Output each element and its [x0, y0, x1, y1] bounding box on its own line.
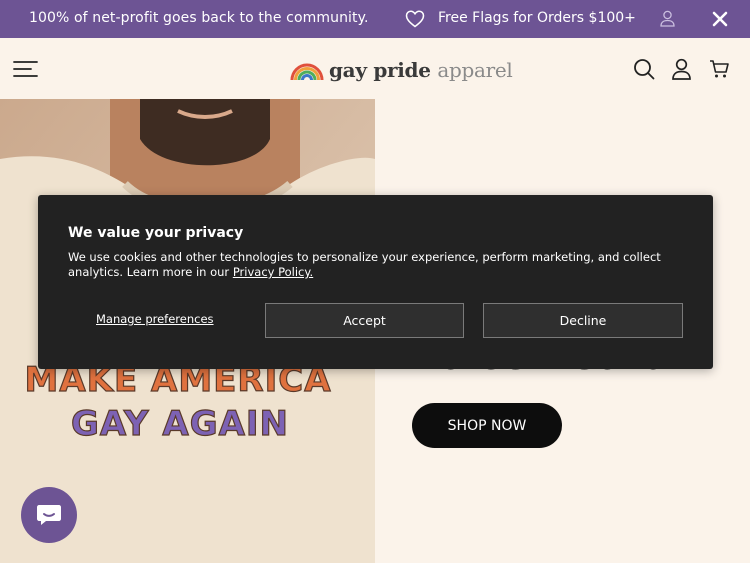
site-header: gay pride apparel [0, 38, 750, 99]
chat-icon [37, 505, 61, 525]
shirt-print-line2: GAY AGAIN [71, 404, 289, 444]
announcement-bar: 100% of net-profit goes back to the comm… [0, 0, 750, 38]
cookie-title: We value your privacy [68, 225, 244, 241]
cookie-banner: We value your privacy We use cookies and… [38, 195, 713, 369]
heart-icon [405, 10, 425, 28]
chat-button[interactable] [21, 487, 77, 543]
logo-text: gay pride apparel [329, 58, 513, 82]
rainbow-logo-icon [290, 63, 324, 81]
announcement-message: 100% of net-profit goes back to the comm… [29, 10, 369, 26]
privacy-policy-link[interactable]: Privacy Policy. [233, 265, 313, 279]
logo[interactable]: gay pride apparel [289, 52, 513, 86]
cookie-description: We use cookies and other technologies to… [68, 250, 661, 279]
user-icon[interactable] [671, 58, 692, 80]
free-flags-message[interactable]: Free Flags for Orders $100+ [438, 10, 636, 26]
accept-button[interactable]: Accept [265, 303, 464, 338]
search-icon[interactable] [633, 58, 655, 80]
decline-button[interactable]: Decline [483, 303, 683, 338]
cart-icon[interactable] [709, 59, 729, 79]
shop-now-button[interactable]: SHOP NOW [412, 403, 562, 448]
hamburger-icon[interactable] [13, 60, 38, 78]
user-icon[interactable] [659, 10, 676, 27]
close-icon[interactable] [711, 10, 729, 28]
manage-preferences-link[interactable]: Manage preferences [96, 312, 214, 326]
